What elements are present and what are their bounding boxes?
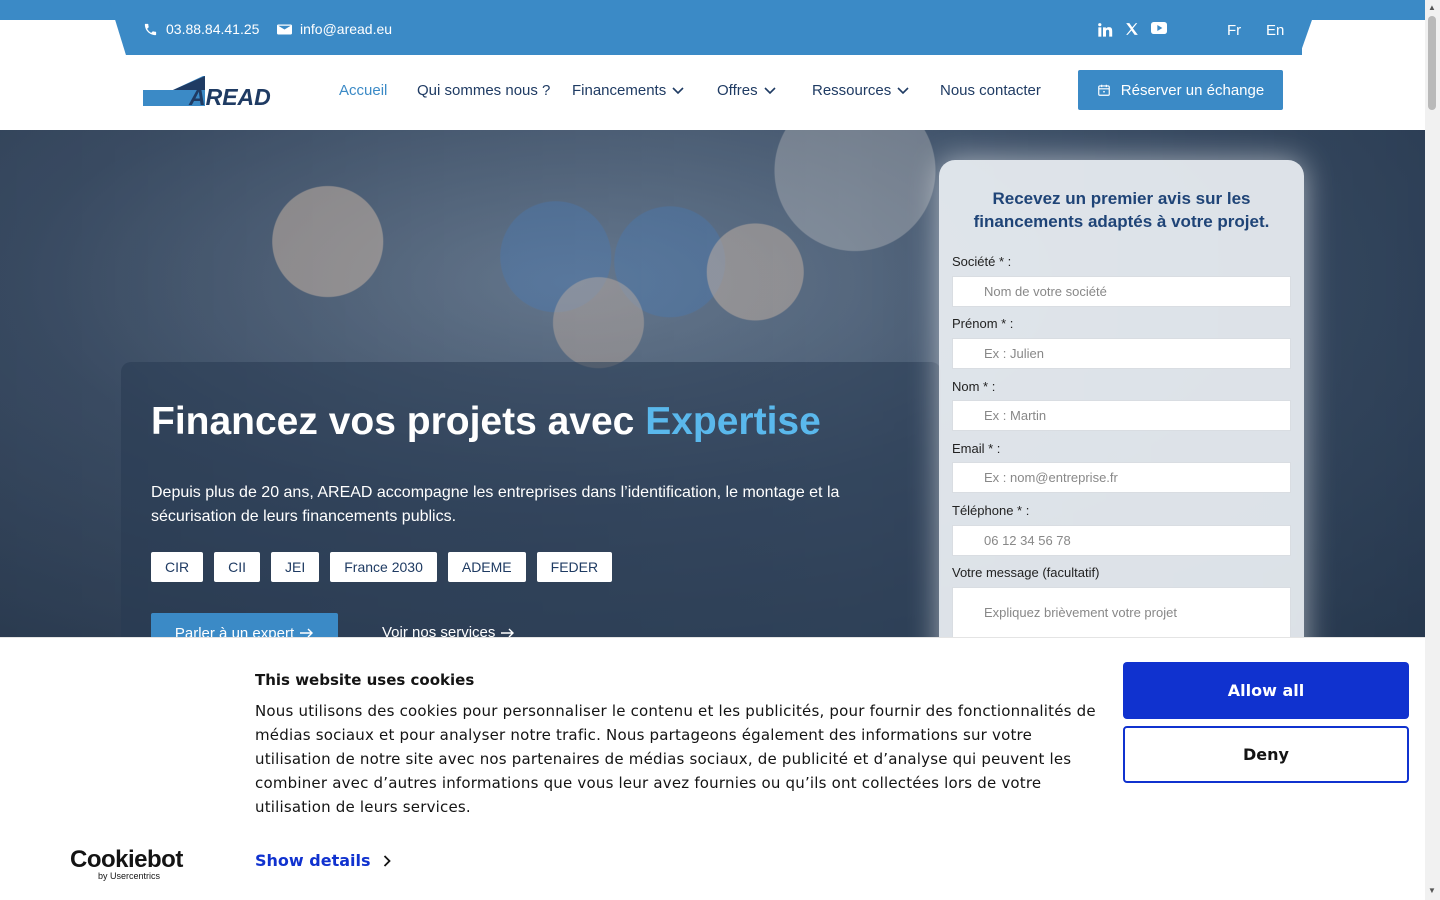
x-link[interactable] [1125,22,1139,36]
cookiebot-logo: Cookiebot by Usercentrics [70,846,183,881]
scrollbar-track[interactable] [1425,0,1440,900]
lastname-input[interactable]: Ex : Martin [952,400,1291,431]
youtube-link[interactable] [1151,22,1167,34]
nav-label: Accueil [339,82,388,99]
scrollbar-thumb[interactable] [1428,16,1436,110]
funding-tags: CIR CII JEI France 2030 ADEME FEDER [151,552,613,582]
tag-jei: JEI [271,552,320,582]
phone-contact[interactable]: 03.88.84.41.25 [143,21,259,37]
chevron-right-icon [383,854,391,867]
chevron-down-icon [764,86,776,94]
tag-ademe: ADEME [447,552,526,582]
form-title: Recevez un premier avis sur les financem… [973,189,1270,231]
see-services-link[interactable]: Voir nos services [382,624,515,637]
linkedin-link[interactable] [1097,22,1113,38]
hero-title-main: Financez vos projets avec [151,400,646,443]
email-label: Email * : [952,441,1001,456]
cookie-title: This website uses cookies [255,671,475,689]
email-address: info@aread.eu [300,21,393,37]
tag-cii: CII [214,552,261,582]
tag-france-2030: France 2030 [330,552,437,582]
message-label: Votre message (facultatif) [952,565,1100,580]
hero-title-accent: Expertise [645,400,821,443]
email-input[interactable]: Ex : nom@entreprise.fr [952,462,1291,493]
mail-icon [277,24,292,34]
phone-input[interactable]: 06 12 34 56 78 [952,525,1291,556]
nav-label: Financements [572,82,667,99]
nav-financements[interactable]: Financements [572,82,684,99]
nav-nous-contacter[interactable]: Nous contacter [940,82,1041,99]
book-meeting-button[interactable]: Réserver un échange [1078,70,1283,110]
email-contact[interactable]: info@aread.eu [277,21,392,37]
nav-ressources[interactable]: Ressources [812,82,909,99]
show-details-link[interactable]: Show details [255,851,391,870]
see-services-label: Voir nos services [382,624,496,637]
scroll-up-arrow-icon[interactable]: ▲ [1428,3,1436,12]
lastname-label: Nom * : [952,379,996,394]
cookie-text: Nous utilisons des cookies pour personna… [255,702,1096,816]
book-meeting-label: Réserver un échange [1120,81,1265,99]
tag-cir: CIR [151,552,204,582]
firstname-label: Prénom * : [952,316,1014,331]
nav-offres[interactable]: Offres [717,82,776,99]
aread-logo[interactable]: AREAD [143,76,283,106]
talk-to-expert-button[interactable]: Parler à un expert [151,613,338,637]
talk-to-expert-label: Parler à un expert [174,624,295,638]
logo-text: AREAD [188,84,271,106]
nav-label: Offres [717,82,758,99]
lang-fr[interactable]: Fr [1227,22,1241,39]
nav-qui-sommes-nous[interactable]: Qui sommes nous ? [417,82,550,99]
x-icon [1126,23,1138,35]
arrow-right-icon [300,628,314,637]
lang-en[interactable]: En [1266,22,1284,39]
arrow-right-icon [501,628,515,637]
contact-form: Recevez un premier avis sur les financem… [939,160,1304,637]
nav-label: Qui sommes nous ? [417,82,551,99]
cookiebot-brand: Cookiebot [70,846,183,873]
nav-label: Ressources [812,82,892,99]
tag-feder: FEDER [536,552,613,582]
chevron-down-icon [672,86,684,94]
show-details-label: Show details [255,851,371,870]
firstname-input[interactable]: Ex : Julien [952,338,1291,369]
phone-number: 03.88.84.41.25 [166,21,260,37]
nav-label: Nous contacter [940,82,1041,99]
nav-accueil[interactable]: Accueil [339,82,387,99]
hero-title: Financez vos projets avec Expertise [151,400,821,444]
main-header: AREAD Accueil Qui sommes nous ? Financem… [0,55,1425,130]
message-textarea[interactable]: Expliquez brièvement votre projet [952,587,1291,637]
hero-section: Financez vos projets avec Expertise Depu… [0,130,1425,637]
scroll-down-arrow-icon[interactable]: ▼ [1428,886,1436,895]
linkedin-icon [1098,23,1113,37]
allow-all-button[interactable]: Allow all [1123,662,1409,719]
company-input[interactable]: Nom de votre société [952,276,1291,307]
company-label: Société * : [952,254,1012,269]
calendar-icon [1097,84,1110,96]
chevron-down-icon [897,86,909,94]
deny-button[interactable]: Deny [1123,726,1409,783]
cookie-banner: Cookiebot by Usercentrics This website u… [0,637,1425,900]
hero-subtitle: Depuis plus de 20 ans, AREAD accompagne … [151,484,840,525]
phone-label: Téléphone * : [952,503,1030,518]
youtube-icon [1151,22,1167,34]
phone-icon [144,23,157,35]
